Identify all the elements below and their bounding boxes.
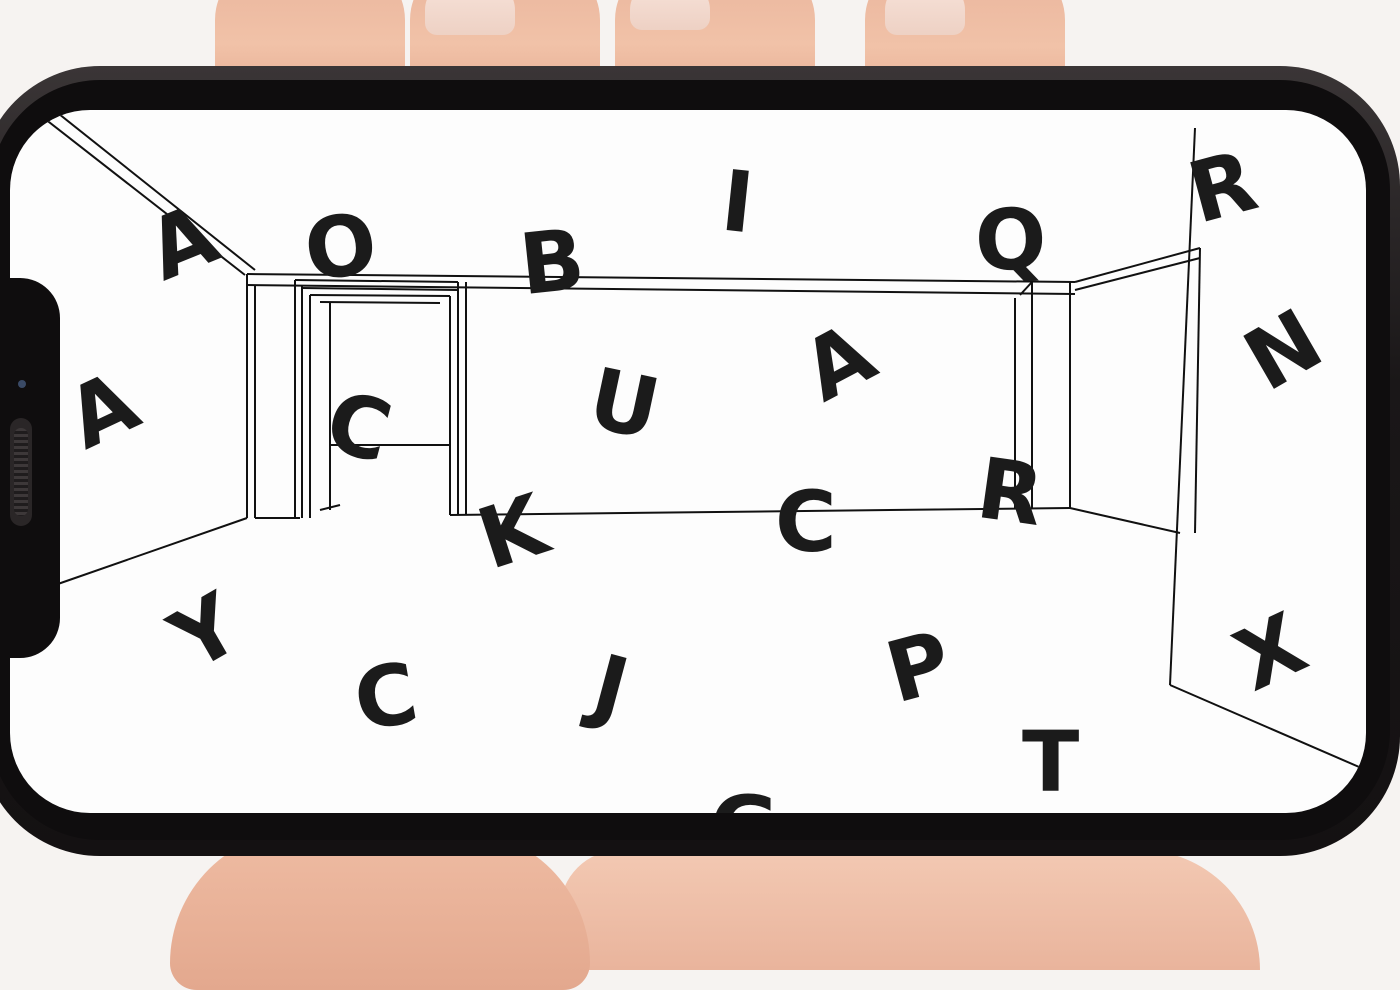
front-camera-icon xyxy=(18,380,26,388)
floating-letter: G xyxy=(710,785,779,813)
floating-letter: C xyxy=(775,473,837,571)
floating-letter: Q xyxy=(973,189,1049,291)
floating-letter: R xyxy=(971,438,1050,546)
speaker-grille xyxy=(14,428,28,516)
palm xyxy=(560,850,1260,970)
fingernail-2 xyxy=(425,0,515,35)
fingernail-3 xyxy=(630,0,710,30)
phone-screen[interactable]: A O B I Q R A C U A N K C R Y C J P X T … xyxy=(10,110,1366,813)
floating-letter: T xyxy=(1022,713,1080,811)
floating-letter: B xyxy=(515,209,589,315)
photo-scene: A O B I Q R A C U A N K C R Y C J P X T … xyxy=(0,0,1400,990)
fingernail-4 xyxy=(885,0,965,35)
floating-letter: O xyxy=(298,193,383,301)
room-line-drawing xyxy=(39,110,1366,771)
